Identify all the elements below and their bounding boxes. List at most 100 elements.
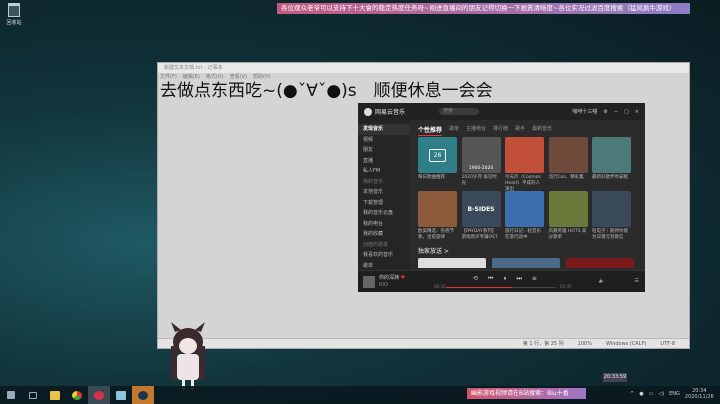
playlist-card[interactable]: B-SIDES 【PAYDAY系列】游戏原声专辑OST — [461, 191, 501, 244]
playlist-cover[interactable] — [548, 191, 588, 227]
section-exclusive[interactable]: 独家放送 > — [418, 246, 639, 255]
playlist-cover[interactable] — [505, 191, 544, 227]
settings-icon[interactable]: ⚙ — [603, 109, 607, 115]
playlist-label[interactable]: 旅行日记：轻音乐在旅行途中 — [505, 227, 544, 244]
sidebar-item-video[interactable]: 视频 — [358, 135, 410, 146]
sidebar-item-fm[interactable]: 私人FM — [358, 166, 410, 177]
status-encoding: UTF-8 — [660, 341, 675, 347]
music-tabs: 个性推荐 歌单 主播电台 排行榜 歌手 最新音乐 — [418, 120, 639, 136]
sidebar-item-discover[interactable]: 发现音乐 — [358, 124, 410, 135]
task-view-button[interactable] — [22, 386, 44, 404]
playlist-cover[interactable]: 26 — [418, 137, 457, 173]
notepad-text[interactable]: 去做点东西吃~(●ˇ∀ˇ●)s 顺便休息一会会 — [158, 81, 689, 101]
playlist-card[interactable]: 1960-2020 2020岁月 再见时光 — [461, 137, 501, 190]
taskbar-netease[interactable] — [88, 386, 110, 404]
exclusive-card[interactable] — [492, 258, 560, 268]
playlist-card[interactable]: 流行Cos、精彩集 — [548, 137, 588, 190]
playlist-cover[interactable] — [418, 191, 457, 227]
sidebar-item-live[interactable]: 直播 — [358, 156, 410, 167]
minimize-icon[interactable]: − — [614, 109, 618, 115]
playlist-cover[interactable] — [592, 191, 631, 227]
lyrics-icon[interactable]: ≡ — [532, 275, 537, 283]
playlist-card[interactable]: 旅行日记：轻音乐在旅行途中 — [505, 191, 544, 244]
notepad-icon — [116, 390, 126, 400]
music-sidebar: 发现音乐 视频 朋友 直播 私人FM 我的音乐 本地音乐 下载管理 我的音乐云盘… — [358, 120, 410, 270]
sidebar-item-downloads[interactable]: 下载管理 — [358, 198, 410, 209]
speaker-icon[interactable]: ◁) — [658, 391, 664, 397]
progress-bar[interactable] — [446, 287, 556, 288]
playlist-label[interactable]: 2020岁月 再见时光 — [462, 173, 501, 190]
song-artist[interactable]: RIO — [379, 282, 405, 289]
tab-new-music[interactable]: 最新音乐 — [532, 125, 552, 136]
playlist-label[interactable]: 风暴英雄 HOTS 高分歌单 — [549, 227, 588, 244]
close-icon[interactable]: × — [635, 109, 639, 115]
sidebar-item-friends[interactable]: 朋友 — [358, 145, 410, 156]
playlist-cover[interactable] — [548, 137, 588, 173]
exclusive-card[interactable] — [418, 258, 486, 268]
network-icon[interactable]: ▭ — [649, 391, 654, 397]
chevron-up-icon[interactable]: ^ — [630, 391, 634, 397]
sidebar-item-local[interactable]: 本地音乐 — [358, 187, 410, 198]
tab-artists[interactable]: 歌手 — [515, 125, 525, 136]
menu-edit[interactable]: 编辑(E) — [183, 73, 200, 81]
menu-file[interactable]: 文件(F) — [160, 73, 177, 81]
mic-icon[interactable]: ● — [639, 391, 643, 397]
playlist-label[interactable]: 欧美精选：伤感节奏，治愈旋律 — [418, 227, 457, 244]
menu-help[interactable]: 帮助(H) — [253, 73, 271, 81]
menu-format[interactable]: 格式(O) — [206, 73, 224, 81]
pause-icon[interactable]: ⏸ — [503, 275, 506, 283]
taskbar-steam[interactable] — [132, 386, 154, 404]
next-icon[interactable]: ⏭ — [516, 275, 521, 283]
status-position: 第 1 行，第 25 列 — [522, 341, 564, 347]
playlist-card[interactable]: 今天の（Cosmos Heart）平成的人演出 — [505, 137, 544, 192]
maximize-icon[interactable]: □ — [624, 109, 629, 115]
playlist-card[interactable]: 风暴英雄 HOTS 高分歌单 — [548, 191, 588, 244]
heart-icon[interactable]: ♥ — [401, 275, 405, 281]
taskbar-chrome[interactable] — [66, 386, 88, 404]
playlist-cover[interactable]: 1960-2020 — [461, 137, 501, 173]
volume-icon[interactable]: 🔈 — [599, 278, 605, 284]
calendar-icon: 26 — [428, 148, 447, 162]
taskbar-explorer[interactable] — [44, 386, 66, 404]
recommend-row-1: 26 每日歌曲推荐 1960-2020 2020岁月 再见时光 今天の（Cosmos H… — [418, 137, 639, 192]
playlist-label[interactable]: 轻电子｜期待你能为日落写封歌信 — [592, 227, 631, 244]
recommend-row-2: 欧美精选：伤感节奏，治愈旋律 B-SIDES 【PAYDAY系列】游戏原声专辑OST… — [418, 191, 639, 244]
tab-radio[interactable]: 主播电台 — [466, 125, 486, 136]
system-tray: ^ ● ▭ ◁) ENG 20:342020/11/26 ▢ — [630, 388, 720, 400]
tab-playlists[interactable]: 歌单 — [449, 125, 459, 136]
playlist-card[interactable]: 最新好歌伴你安眠 — [592, 137, 631, 190]
tab-charts[interactable]: 排行榜 — [493, 125, 508, 136]
user-name[interactable]: 咖啡十三喵 — [572, 108, 597, 115]
playlist-icon[interactable]: ☰ — [635, 278, 639, 284]
playlist-label[interactable]: 最新好歌伴你安眠 — [592, 173, 631, 190]
sidebar-item-collection[interactable]: 我的收藏 — [358, 229, 410, 240]
song-title[interactable]: 你的深渊 — [379, 275, 399, 281]
menu-view[interactable]: 查看(V) — [230, 73, 247, 81]
playlist-cover[interactable] — [592, 137, 631, 173]
recycle-bin[interactable]: 回收站 — [4, 3, 24, 26]
sidebar-item-liked[interactable]: 我喜欢的音乐 — [358, 250, 410, 261]
playlist-label[interactable]: 每日歌曲推荐 — [418, 173, 457, 190]
tab-recommend[interactable]: 个性推荐 — [418, 125, 443, 136]
playlist-label[interactable]: 【PAYDAY系列】游戏原声专辑OST — [462, 227, 501, 244]
start-button[interactable] — [0, 386, 22, 404]
prev-icon[interactable]: ⏮ — [488, 275, 493, 283]
music-search-input[interactable]: 搜索 — [439, 108, 480, 115]
playlist-card[interactable]: 26 每日歌曲推荐 — [418, 137, 457, 190]
loop-icon[interactable]: ⟲ — [473, 275, 478, 283]
music-logo: 网易云音乐 — [364, 107, 405, 116]
clock[interactable]: 20:34 2020/11/26 — [685, 388, 714, 400]
taskbar-notepad[interactable] — [110, 386, 132, 404]
exclusive-card[interactable] — [566, 258, 634, 268]
playlist-card[interactable]: 欧美精选：伤感节奏，治愈旋律 — [418, 191, 457, 244]
sidebar-item-radio[interactable]: 我的电台 — [358, 219, 410, 230]
album-thumb[interactable] — [363, 275, 375, 288]
playlist-label[interactable]: 流行Cos、精彩集 — [549, 173, 588, 190]
playlist-label[interactable]: 今天の（Cosmos Heart）平成的人演出 — [505, 173, 544, 192]
playlist-card[interactable]: 轻电子｜期待你能为日落写封歌信 — [592, 191, 631, 244]
sidebar-item-cloud[interactable]: 我的音乐云盘 — [358, 208, 410, 219]
cover-text: 1960-2020 — [468, 166, 494, 171]
playlist-cover[interactable] — [505, 137, 544, 173]
playlist-cover[interactable]: B-SIDES — [461, 191, 501, 227]
input-language[interactable]: ENG — [669, 391, 680, 397]
